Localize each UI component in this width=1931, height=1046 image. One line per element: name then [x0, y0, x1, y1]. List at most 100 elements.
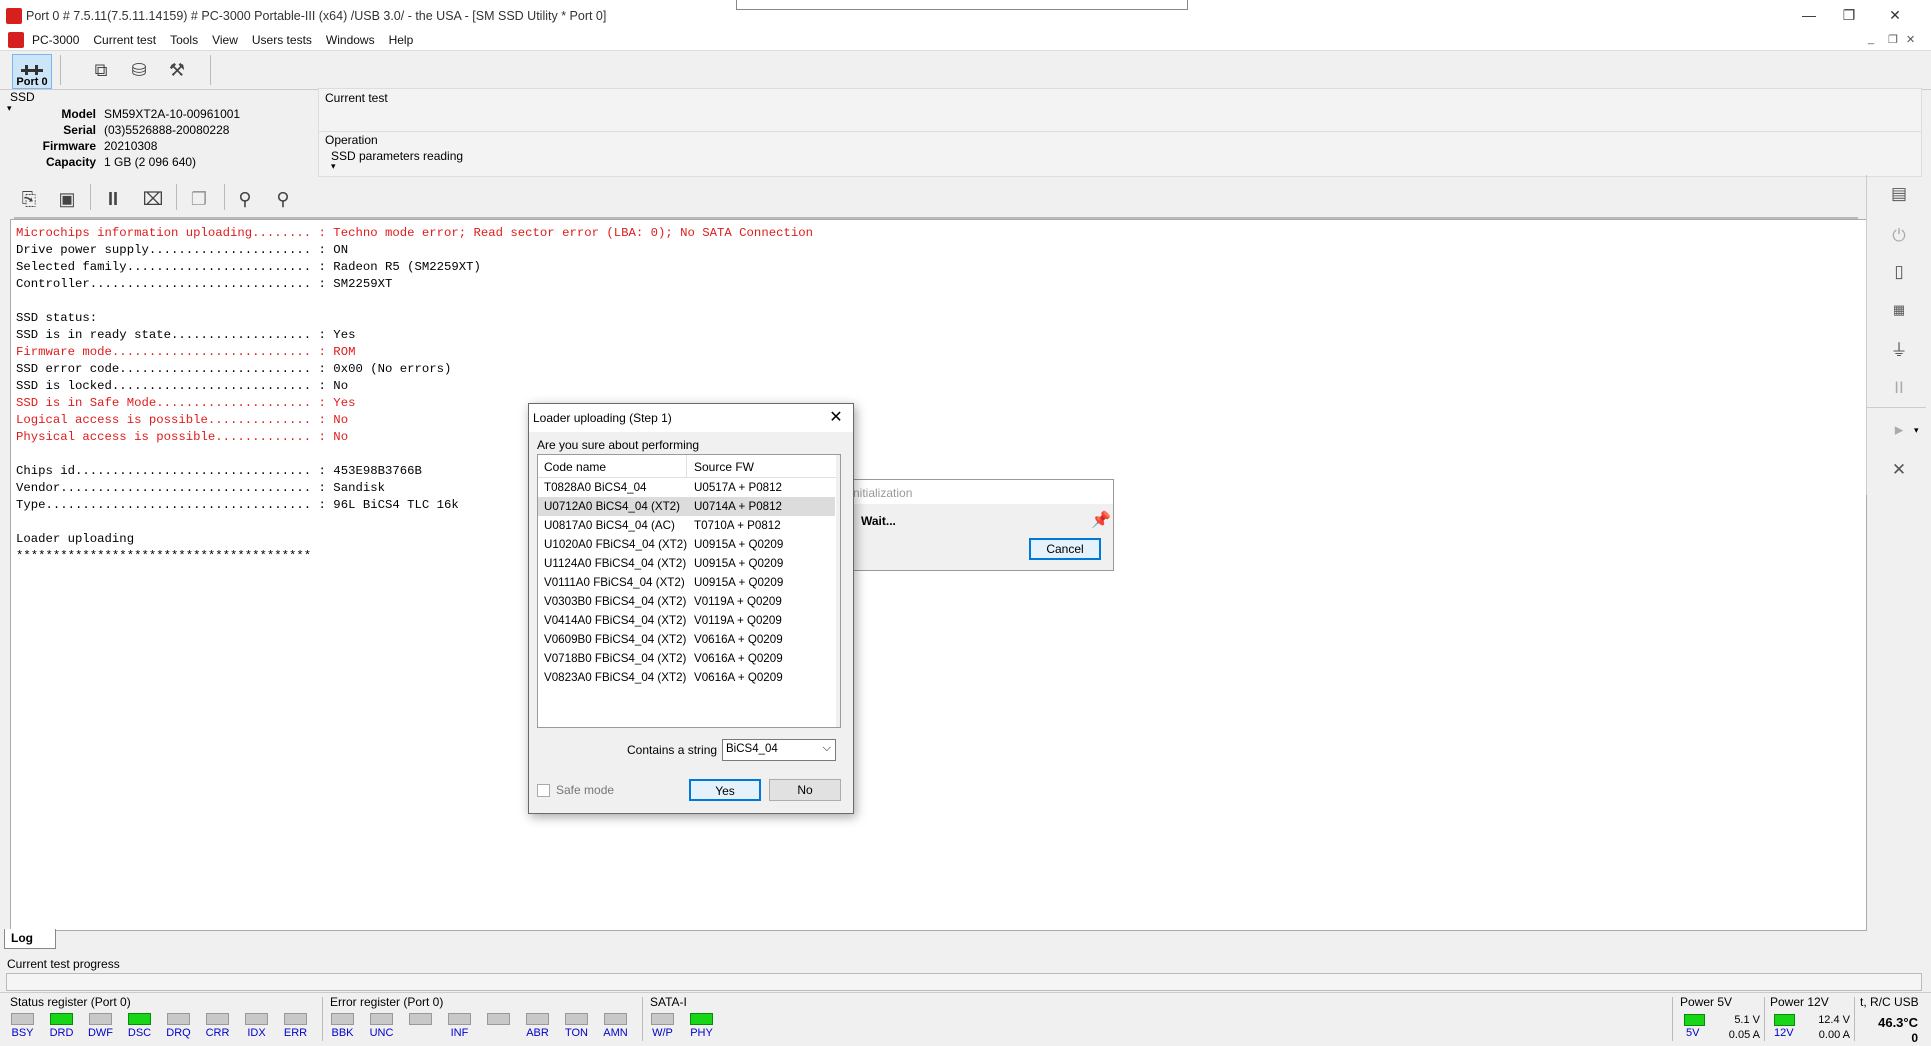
- menu-item[interactable]: View: [212, 33, 238, 47]
- play-chip-icon[interactable]: ▸: [1886, 417, 1912, 443]
- led-bbk: BBK: [330, 1013, 355, 1039]
- led-label: DRQ: [166, 1027, 191, 1039]
- source-fw-cell: V0119A + Q0209: [694, 595, 782, 608]
- yes-button[interactable]: Yes: [689, 779, 761, 801]
- table-row[interactable]: U0817A0 BiCS4_04 (AC) T0710A + P0812: [538, 516, 835, 535]
- tab-log[interactable]: Log: [4, 929, 56, 949]
- ssd-header: SSD: [10, 90, 35, 104]
- sidebar-dropdown-icon[interactable]: ▾: [1914, 425, 1919, 436]
- firmware-value: 20210308: [104, 139, 158, 153]
- table-row[interactable]: V0609B0 FBiCS4_04 (XT2) V0616A + Q0209: [538, 630, 835, 649]
- toolbar-separator: [60, 55, 61, 85]
- phone-icon[interactable]: ▯: [1886, 259, 1912, 285]
- source-fw-cell: U0517A + P0812: [694, 481, 782, 494]
- led-label: UNC: [369, 1027, 394, 1039]
- table-row[interactable]: V0111A0 FBiCS4_04 (XT2) U0915A + Q0209: [538, 573, 835, 592]
- progress-label: Current test progress: [7, 957, 120, 971]
- mdi-restore-icon[interactable]: ❐: [1888, 33, 1898, 46]
- status-register-title: Status register (Port 0): [10, 995, 131, 1009]
- menu-item[interactable]: Tools: [170, 33, 198, 47]
- log-line: Drive power supply......................…: [16, 243, 349, 257]
- cancel-button[interactable]: Cancel: [1029, 538, 1101, 560]
- led-dsc: DSC: [127, 1013, 152, 1039]
- log-line: Vendor..................................…: [16, 481, 385, 495]
- progress-bar: [6, 973, 1922, 991]
- find-icon[interactable]: ⚲: [230, 184, 260, 214]
- copy-text-icon[interactable]: ❐: [184, 184, 214, 214]
- temp-title: t, R/C USB: [1860, 995, 1919, 1009]
- restore-button[interactable]: ❐: [1826, 4, 1872, 26]
- pin-icon[interactable]: 📌: [1091, 510, 1111, 530]
- table-row[interactable]: U0712A0 BiCS4_04 (XT2) U0714A + P0812: [538, 497, 835, 516]
- col-source-fw[interactable]: Source FW: [694, 460, 754, 474]
- table-row[interactable]: V0718B0 FBiCS4_04 (XT2) V0616A + Q0209: [538, 649, 835, 668]
- column-separator: [686, 455, 687, 477]
- copy-icon[interactable]: ⧉: [86, 55, 116, 85]
- port0-button[interactable]: Port 0: [12, 54, 52, 89]
- operation-dropdown-icon[interactable]: ▾: [331, 161, 336, 172]
- mdi-close-icon[interactable]: ✕: [1906, 33, 1915, 46]
- close-button[interactable]: ✕: [1872, 4, 1918, 26]
- led-label: IDX: [247, 1027, 266, 1039]
- code-name-cell: V0718B0 FBiCS4_04 (XT2): [544, 652, 687, 665]
- table-row[interactable]: T0828A0 BiCS4_04 U0517A + P0812: [538, 478, 835, 497]
- power-icon[interactable]: ⏻: [1886, 223, 1912, 249]
- menu-item[interactable]: PC-3000: [32, 33, 79, 47]
- toolbar-separator: [210, 55, 211, 85]
- app-menu-icon[interactable]: [8, 32, 24, 48]
- source-fw-cell: V0616A + Q0209: [694, 633, 783, 646]
- led-label: BBK: [331, 1027, 354, 1039]
- no-button[interactable]: No: [769, 779, 841, 801]
- contains-select[interactable]: BiCS4_04 ⌵: [722, 739, 836, 761]
- capacity-value: 1 GB (2 096 640): [104, 155, 197, 169]
- pause-side-icon[interactable]: II: [1886, 375, 1912, 401]
- chevron-down-icon: ⌵: [822, 742, 831, 754]
- code-name-cell: V0823A0 FBiCS4_04 (XT2): [544, 671, 687, 684]
- pause-icon[interactable]: II: [98, 184, 128, 214]
- status-register-leds: BSY DRD DWF DSC DRQ CRR IDX ERR: [10, 1013, 308, 1039]
- log-line: SSD error code..........................…: [16, 362, 452, 376]
- app-logo-icon: [6, 8, 22, 24]
- led-indicator: [331, 1013, 354, 1025]
- menu-item[interactable]: Users tests: [252, 33, 312, 47]
- menu-item[interactable]: Current test: [93, 33, 156, 47]
- code-name-cell: T0828A0 BiCS4_04: [544, 481, 647, 494]
- table-scrollbar[interactable]: [836, 455, 840, 727]
- led-label: INF: [450, 1027, 469, 1039]
- status-bar: Status register (Port 0) BSY DRD DWF DSC DRQ…: [0, 992, 1931, 1046]
- terminal-icon[interactable]: ▤: [1886, 181, 1912, 207]
- led-indicator: [89, 1013, 112, 1025]
- table-row[interactable]: V0414A0 FBiCS4_04 (XT2) V0119A + Q0209: [538, 611, 835, 630]
- safe-mode-checkbox[interactable]: Safe mode: [537, 783, 614, 797]
- led-indicator: [651, 1013, 674, 1025]
- connect-icon[interactable]: ⏚: [1886, 335, 1912, 361]
- code-name-cell: U1020A0 FBiCS4_04 (XT2): [544, 538, 688, 551]
- menu-bar: PC-3000 Current test Tools View Users tests W…: [0, 30, 1931, 50]
- delete-icon[interactable]: ⌧: [138, 184, 168, 214]
- led-inf: INF: [447, 1013, 472, 1039]
- reset-icon[interactable]: ▦: [1886, 297, 1912, 323]
- find-next-icon[interactable]: ⚲: [268, 184, 298, 214]
- table-row[interactable]: V0303B0 FBiCS4_04 (XT2) V0119A + Q0209: [538, 592, 835, 611]
- disk-icon[interactable]: ⛁: [124, 55, 154, 85]
- save-log-icon[interactable]: ▣: [52, 184, 82, 214]
- table-row[interactable]: V0823A0 FBiCS4_04 (XT2) V0616A + Q0209: [538, 668, 835, 687]
- table-row[interactable]: U1124A0 FBiCS4_04 (XT2) U0915A + Q0209: [538, 554, 835, 573]
- source-fw-cell: U0915A + Q0209: [694, 557, 784, 570]
- menu-item[interactable]: Help: [389, 33, 414, 47]
- col-code-name[interactable]: Code name: [544, 460, 606, 474]
- settings-tools-icon[interactable]: ✕: [1886, 457, 1912, 483]
- table-row[interactable]: U1020A0 FBiCS4_04 (XT2) U0915A + Q0209: [538, 535, 835, 554]
- log-area[interactable]: Microchips information uploading........…: [10, 219, 1867, 931]
- menu-item[interactable]: Windows: [326, 33, 375, 47]
- led-label: ERR: [283, 1027, 308, 1039]
- led-w-p: W/P: [650, 1013, 675, 1039]
- tools-icon[interactable]: ⚒: [162, 55, 192, 85]
- open-log-icon[interactable]: ⎘: [14, 184, 44, 214]
- dialog-title: Loader uploading (Step 1): [533, 411, 672, 425]
- led-label: DRD: [49, 1027, 74, 1039]
- log-line: SSD status:: [16, 311, 98, 325]
- mdi-minimize-icon[interactable]: _: [1868, 33, 1874, 45]
- source-fw-cell: U0714A + P0812: [694, 500, 782, 513]
- dialog-close-button[interactable]: ✕: [825, 407, 847, 429]
